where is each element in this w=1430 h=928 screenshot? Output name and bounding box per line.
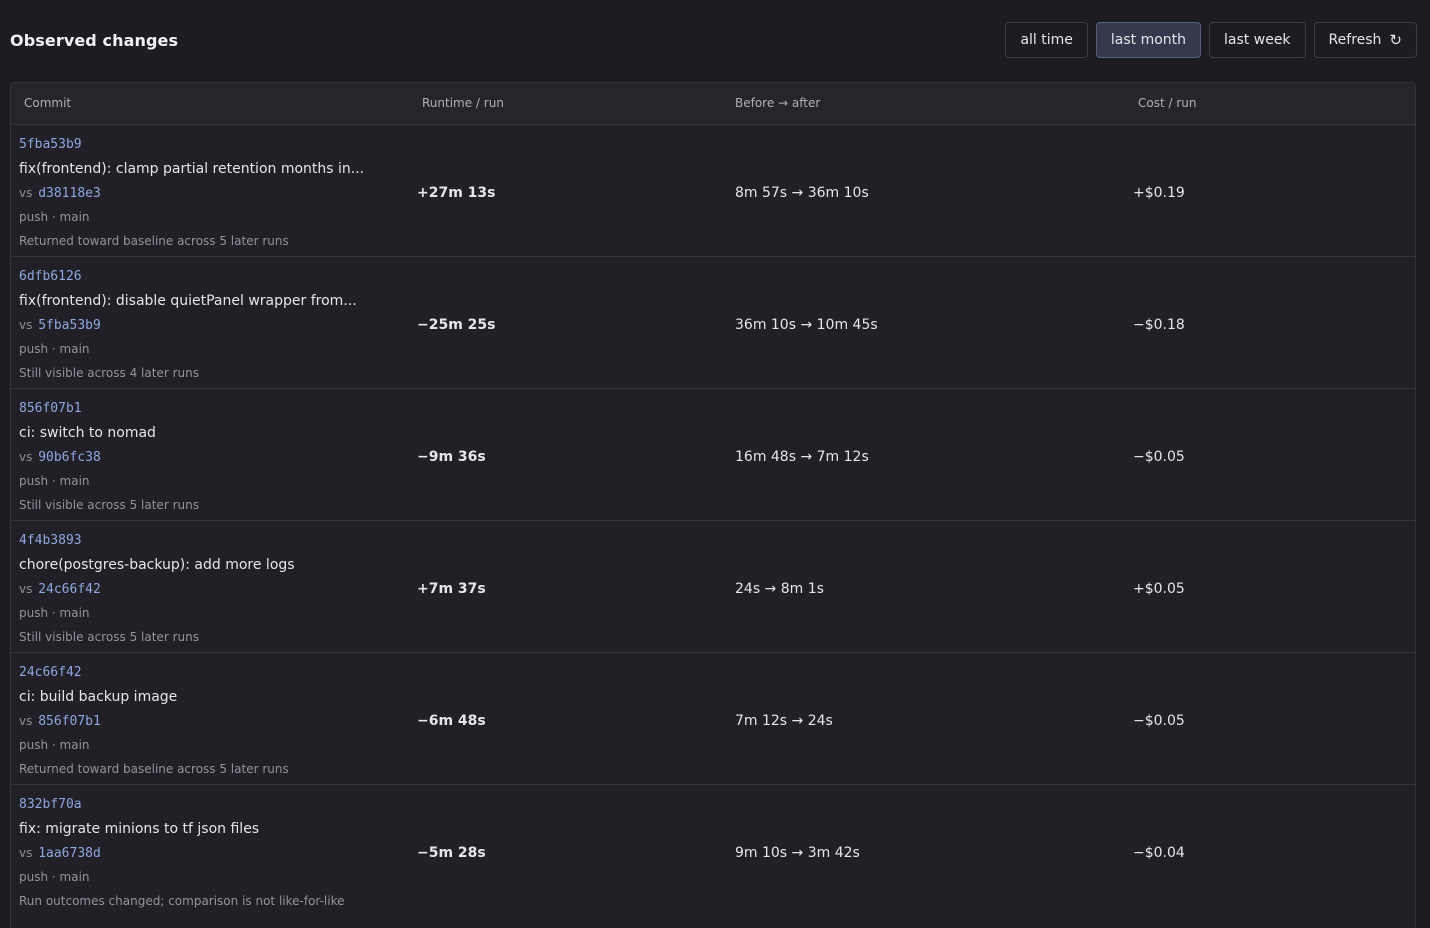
refresh-icon: ↻ [1389, 30, 1402, 49]
table-row[interactable]: 24c66f42 ci: build backup image vs 856f07b… [11, 652, 1415, 784]
commit-cell: 6dfb6126 fix(frontend): disable quietPane… [19, 265, 357, 385]
change-note: Returned toward baseline across 5 later … [19, 234, 289, 248]
compare-line: vs 24c66f42 [19, 577, 295, 601]
before-after-value: 9m 10s → 3m 42s [735, 845, 860, 861]
column-header-commit: Commit [24, 96, 72, 110]
runtime-delta: +7m 37s [417, 581, 486, 597]
observed-changes-page: Observed changes all time last month las… [0, 0, 1430, 928]
refresh-label: Refresh [1328, 32, 1382, 48]
compare-line: vs 90b6fc38 [19, 445, 199, 469]
runtime-delta: −25m 25s [417, 317, 496, 333]
range-last-month-button[interactable]: last month [1095, 22, 1202, 58]
commit-cell: 5fba53b9 fix(frontend): clamp partial ret… [19, 133, 364, 253]
table-body: 5fba53b9 fix(frontend): clamp partial ret… [11, 124, 1415, 916]
cost-delta: +$0.19 [1133, 185, 1185, 201]
commit-hash-link[interactable]: 4f4b3893 [19, 529, 295, 553]
cost-delta: −$0.05 [1133, 449, 1185, 465]
baseline-hash-link[interactable]: 5fba53b9 [38, 318, 101, 333]
before-after-value: 16m 48s → 7m 12s [735, 449, 869, 465]
vs-label: vs [19, 318, 33, 332]
baseline-hash-link[interactable]: 1aa6738d [38, 846, 101, 861]
runtime-delta: −6m 48s [417, 713, 486, 729]
vs-label: vs [19, 846, 33, 860]
baseline-hash-link[interactable]: 90b6fc38 [38, 450, 101, 465]
commit-message: fix(frontend): disable quietPanel wrappe… [19, 293, 357, 309]
table-row[interactable]: 4f4b3893 chore(postgres-backup): add more… [11, 520, 1415, 652]
change-note: Run outcomes changed; comparison is not … [19, 894, 345, 908]
change-note: Still visible across 5 later runs [19, 630, 199, 644]
cost-delta: −$0.04 [1133, 845, 1185, 861]
cost-delta: −$0.05 [1133, 713, 1185, 729]
commit-message: ci: build backup image [19, 689, 178, 705]
vs-label: vs [19, 450, 33, 464]
commit-hash-link[interactable]: 6dfb6126 [19, 265, 357, 289]
commit-meta: push · main [19, 474, 90, 488]
commit-cell: 4f4b3893 chore(postgres-backup): add more… [19, 529, 295, 649]
compare-line: vs 5fba53b9 [19, 313, 357, 337]
runtime-delta: −5m 28s [417, 845, 486, 861]
change-note: Returned toward baseline across 5 later … [19, 762, 289, 776]
compare-line: vs 1aa6738d [19, 841, 344, 865]
commit-meta: push · main [19, 210, 90, 224]
commit-hash-link[interactable]: 856f07b1 [19, 397, 199, 421]
commit-meta: push · main [19, 342, 90, 356]
commit-hash-link[interactable]: 832bf70a [19, 793, 344, 817]
commit-cell: 856f07b1 ci: switch to nomad vs 90b6fc38 pu… [19, 397, 199, 517]
cost-delta: −$0.18 [1133, 317, 1185, 333]
before-after-value: 36m 10s → 10m 45s [735, 317, 878, 333]
range-last-week-button[interactable]: last week [1209, 22, 1306, 58]
before-after-value: 8m 57s → 36m 10s [735, 185, 869, 201]
range-all-time-button[interactable]: all time [1005, 22, 1088, 58]
commit-meta: push · main [19, 870, 90, 884]
table-row[interactable]: 832bf70a fix: migrate minions to tf json … [11, 784, 1415, 916]
table-row[interactable]: 856f07b1 ci: switch to nomad vs 90b6fc38 pu… [11, 388, 1415, 520]
baseline-hash-link[interactable]: 856f07b1 [38, 714, 101, 729]
change-note: Still visible across 4 later runs [19, 366, 199, 380]
commit-cell: 832bf70a fix: migrate minions to tf json … [19, 793, 344, 913]
cost-delta: +$0.05 [1133, 581, 1185, 597]
refresh-button[interactable]: Refresh ↻ [1313, 22, 1417, 58]
compare-line: vs d38118e3 [19, 181, 364, 205]
runtime-delta: −9m 36s [417, 449, 486, 465]
commit-meta: push · main [19, 738, 90, 752]
runtime-delta: +27m 13s [417, 185, 496, 201]
commit-cell: 24c66f42 ci: build backup image vs 856f07b… [19, 661, 289, 781]
commit-hash-link[interactable]: 24c66f42 [19, 661, 289, 685]
range-controls: all time last month last week Refresh ↻ [1005, 22, 1417, 58]
column-header-before-after: Before → after [735, 96, 821, 110]
table-row[interactable]: 5fba53b9 fix(frontend): clamp partial ret… [11, 124, 1415, 256]
before-after-value: 7m 12s → 24s [735, 713, 833, 729]
vs-label: vs [19, 582, 33, 596]
vs-label: vs [19, 186, 33, 200]
column-header-cost: Cost / run [1138, 96, 1197, 110]
page-header: Observed changes all time last month las… [10, 22, 1417, 58]
commit-hash-link[interactable]: 5fba53b9 [19, 133, 364, 157]
before-after-value: 24s → 8m 1s [735, 581, 824, 597]
vs-label: vs [19, 714, 33, 728]
column-header-runtime: Runtime / run [422, 96, 504, 110]
table-header: Commit Runtime / run Before → after Cost… [11, 83, 1415, 124]
changes-table: Commit Runtime / run Before → after Cost… [10, 82, 1416, 928]
page-title: Observed changes [10, 30, 179, 50]
compare-line: vs 856f07b1 [19, 709, 289, 733]
commit-meta: push · main [19, 606, 90, 620]
commit-message: ci: switch to nomad [19, 425, 156, 441]
table-row[interactable]: 6dfb6126 fix(frontend): disable quietPane… [11, 256, 1415, 388]
commit-message: chore(postgres-backup): add more logs [19, 557, 295, 573]
commit-message: fix(frontend): clamp partial retention m… [19, 161, 365, 177]
baseline-hash-link[interactable]: 24c66f42 [38, 582, 101, 597]
change-note: Still visible across 5 later runs [19, 498, 199, 512]
baseline-hash-link[interactable]: d38118e3 [38, 186, 101, 201]
commit-message: fix: migrate minions to tf json files [19, 821, 260, 837]
